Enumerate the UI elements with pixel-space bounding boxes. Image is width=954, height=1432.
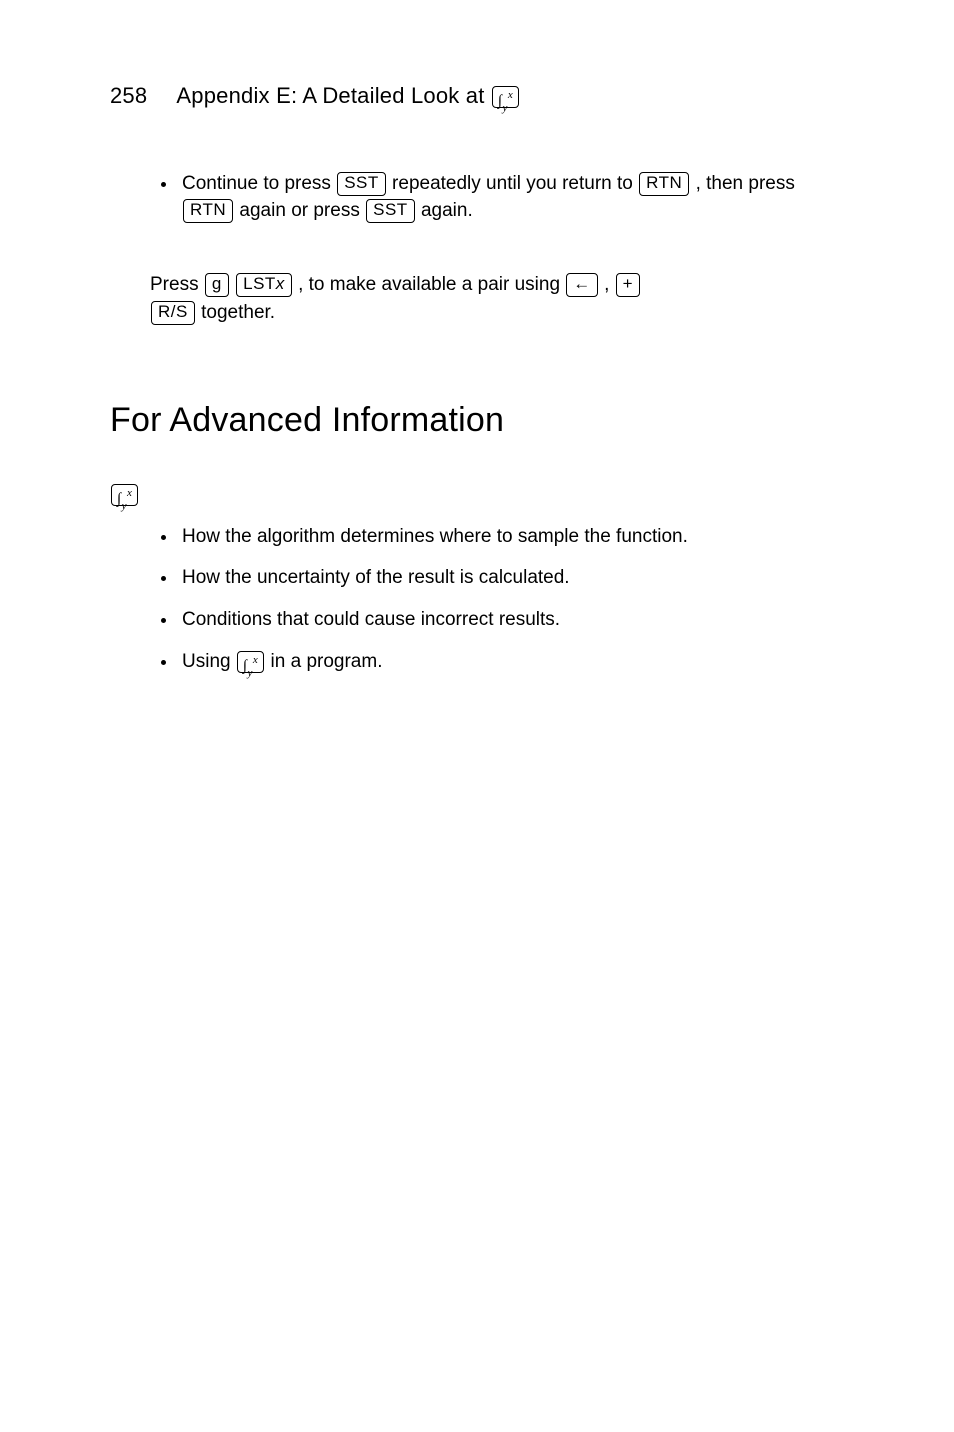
advanced-topic-list: How the algorithm determines where to sa… [110, 523, 844, 675]
appendix-title-text: Appendix E: A Detailed Look at [176, 83, 490, 108]
plus-key-icon: + [616, 273, 640, 297]
text-fragment: again or press [239, 200, 365, 221]
instruction-item: Continue to press SST repeatedly until y… [178, 170, 844, 225]
text-fragment: again. [421, 200, 473, 221]
text-fragment: , then press [696, 173, 795, 194]
list-item: How the uncertainty of the result is cal… [178, 564, 844, 592]
text-fragment: together. [201, 302, 275, 323]
text-fragment: repeatedly until you return to [392, 173, 638, 194]
page-header: 258 Appendix E: A Detailed Look at ∫yx [110, 80, 844, 112]
sst-key-icon: SST [366, 199, 415, 223]
list-item: Conditions that could cause incorrect re… [178, 606, 844, 634]
rtn-key-icon: RTN [639, 172, 689, 196]
instruction-list: Continue to press SST repeatedly until y… [110, 170, 844, 225]
text-fragment: , [604, 274, 615, 295]
lstx-key-icon: LSTx [236, 273, 292, 297]
list-item: How the algorithm determines where to sa… [178, 523, 844, 551]
text-fragment: in a program. [271, 651, 383, 672]
page-number: 258 [110, 80, 147, 112]
note-paragraph: Press g LSTx , to make available a pair … [150, 271, 834, 326]
rtn-key-icon: RTN [183, 199, 233, 223]
integrate-key-icon: ∫yx [492, 86, 519, 108]
text-fragment: Using [182, 651, 236, 672]
section-heading-advanced: For Advanced Information [110, 396, 844, 445]
rs-key-icon: R/S [151, 301, 195, 325]
text-fragment: , to make available a pair using [298, 274, 565, 295]
text-fragment: Continue to press [182, 173, 336, 194]
sst-key-icon: SST [337, 172, 386, 196]
integrate-key-icon: ∫yx [237, 651, 264, 673]
advanced-intro: ∫yx [110, 481, 844, 509]
back-arrow-key-icon: ← [566, 273, 598, 297]
text-fragment: Press [150, 274, 204, 295]
g-key-icon: g [205, 273, 229, 297]
integrate-key-icon: ∫yx [111, 484, 138, 506]
list-item: Using ∫yx in a program. [178, 648, 844, 676]
